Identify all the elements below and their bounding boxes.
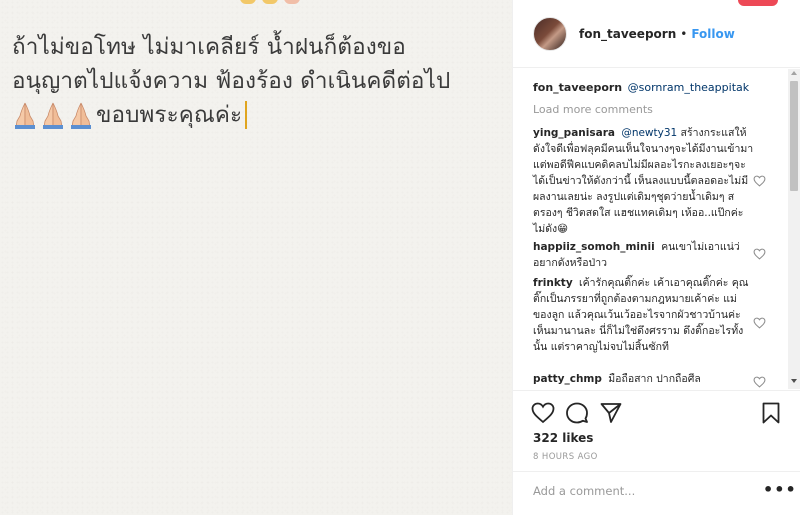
image-caption-thanks: ขอบพระคุณค่ะ [96,102,243,128]
image-caption-line-3: ขอบพระคุณค่ะ [12,98,512,132]
comment-input[interactable] [533,484,753,498]
folded-hands-icon [68,101,94,129]
comment-username[interactable]: happiiz_somoh_minii [533,241,655,253]
avatar[interactable] [533,16,567,51]
post-timestamp[interactable]: 8 HOURS AGO [533,452,598,462]
post-actions: 322 likes 8 HOURS AGO [513,390,800,480]
heart-icon[interactable] [753,314,766,329]
text-cursor [245,101,248,129]
comment-text: สร้างกระแสให้ดังใจดีเพื่อฟลุคมีคนเห็นใจน… [533,127,754,235]
heart-icon[interactable] [753,172,766,187]
list-item: frinkty เค้ารักคุณติ๊กค่ะ เค้าเอาคุณติ๊ก… [533,275,755,355]
scroll-up-arrow-icon[interactable] [791,71,797,75]
post-image[interactable]: ถ้าไม่ขอโทษ ไม่มาเคลียร์ น้ำฝนก็ต้องขอ อ… [0,0,512,515]
comment-username[interactable]: patty_chmp [533,373,602,385]
post-header: fon_taveeporn • Follow [513,0,800,68]
list-item: patty_chmp มือถือสาก ปากถือศีล [533,371,755,387]
follow-button[interactable]: Follow [691,27,735,41]
bookmark-icon[interactable] [759,401,783,425]
image-caption-line-1: ถ้าไม่ขอโทษ ไม่มาเคลียร์ น้ำฝนก็ต้องขอ [12,34,406,60]
top-emoji-strip [240,0,300,4]
heart-icon[interactable] [753,245,766,260]
heart-icon[interactable] [531,401,555,425]
close-badge[interactable] [738,0,778,6]
heart-icon[interactable] [753,373,766,388]
folded-hands-icon [40,101,66,129]
caption-mention[interactable]: @sornram_theappitak [628,81,749,94]
image-caption-line-2: อนุญาตไปแจ้งความ ฟ้องร้อง ดำเนินคดีต่อไป [12,68,451,94]
caption-comment: fon_taveeporn @sornram_theappitak [533,81,749,94]
comment-form: ••• [513,471,800,515]
scrollbar-thumb[interactable] [790,81,798,191]
emoji-fragment [284,0,300,4]
comments-list[interactable]: fon_taveeporn @sornram_theappitak Load m… [513,69,800,389]
likes-count[interactable]: 322 likes [533,431,593,445]
emoji-fragment [262,0,278,4]
comment-text: มือถือสาก ปากถือศีล [608,373,701,385]
post-side-panel: fon_taveeporn • Follow fon_taveeporn @so… [513,0,800,515]
load-more-comments-button[interactable]: Load more comments [533,103,653,116]
header-username[interactable]: fon_taveeporn [579,27,676,41]
header-separator: • [680,26,688,41]
scroll-down-arrow-icon[interactable] [791,379,797,383]
list-item: happiiz_somoh_minii คนเขาไม่เอาแน่ว่อยาก… [533,239,755,271]
comment-mention[interactable]: @newty31 [621,127,677,139]
comment-bubble-icon[interactable] [565,401,589,425]
image-caption-text: ถ้าไม่ขอโทษ ไม่มาเคลียร์ น้ำฝนก็ต้องขอ อ… [12,30,512,132]
comment-username[interactable]: ying_panisara [533,127,615,139]
emoji-fragment [240,0,256,4]
more-options-icon[interactable]: ••• [763,480,797,499]
comments-scrollbar[interactable] [788,69,800,389]
share-icon[interactable] [599,401,623,425]
comment-username[interactable]: frinkty [533,277,573,289]
caption-username[interactable]: fon_taveeporn [533,81,622,94]
folded-hands-icon [12,101,38,129]
list-item: ying_panisara @newty31 สร้างกระแสให้ดังใ… [533,125,755,237]
